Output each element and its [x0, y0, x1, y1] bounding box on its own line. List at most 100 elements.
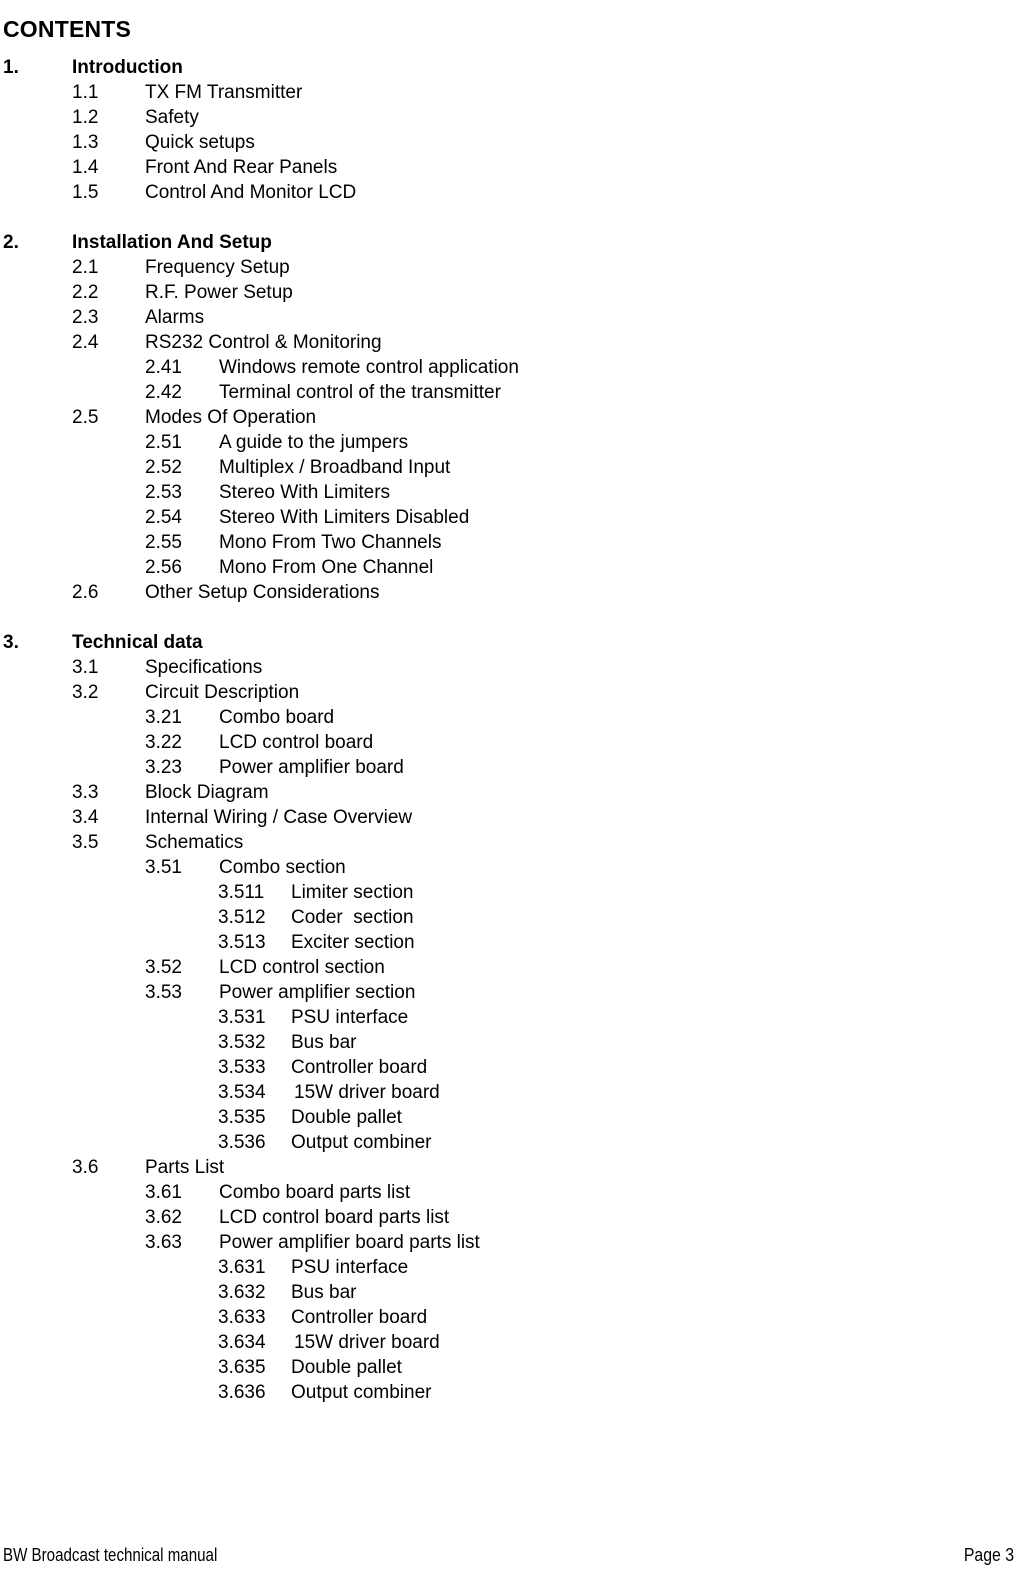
- toc-entry[interactable]: 3.531 PSU interface: [0, 1005, 1017, 1030]
- toc-entry-number: 3.633: [218, 1307, 266, 1328]
- toc-entry-number: 3.51: [145, 857, 182, 878]
- toc-entry[interactable]: 3.61 Combo board parts list: [0, 1180, 1017, 1205]
- toc-entry[interactable]: 2.51 A guide to the jumpers: [0, 430, 1017, 455]
- toc-entry[interactable]: 1. Introduction: [0, 55, 1017, 80]
- toc-entry-number: 1.1: [72, 82, 99, 103]
- toc-entry[interactable]: 3.536 Output combiner: [0, 1130, 1017, 1155]
- toc-entry-label: Double pallet: [291, 1107, 402, 1128]
- toc-entry[interactable]: 2.54 Stereo With Limiters Disabled: [0, 505, 1017, 530]
- toc-entry-label: Other Setup Considerations: [145, 582, 380, 603]
- toc-entry-number: 2.42: [145, 382, 182, 403]
- toc-entry-number: 3.53: [145, 982, 182, 1003]
- toc-entry[interactable]: 1.3 Quick setups: [0, 130, 1017, 155]
- toc-entry[interactable]: 2.5 Modes Of Operation: [0, 405, 1017, 430]
- toc-entry-label: Circuit Description: [145, 682, 300, 703]
- toc-entry-label: Modes Of Operation: [145, 407, 317, 428]
- toc-entry[interactable]: 3.512 Coder section: [0, 905, 1017, 930]
- toc-entry[interactable]: 3.52 LCD control section: [0, 955, 1017, 980]
- toc-entry[interactable]: 3.533 Controller board: [0, 1055, 1017, 1080]
- toc-entry[interactable]: 3.632 Bus bar: [0, 1280, 1017, 1305]
- toc-entry-label: RS232 Control & Monitoring: [145, 332, 382, 353]
- toc-entry-label: Parts List: [145, 1157, 225, 1178]
- toc-entry[interactable]: 3.635 Double pallet: [0, 1355, 1017, 1380]
- toc-entry-number: 3.635: [218, 1357, 266, 1378]
- toc-entry-number: 3.: [3, 632, 19, 653]
- toc-entry-number: 3.2: [72, 682, 99, 703]
- toc-entry-number: 2.4: [72, 332, 99, 353]
- toc-entry-label: Stereo With Limiters: [219, 482, 391, 503]
- toc-entry[interactable]: 3.2 Circuit Description: [0, 680, 1017, 705]
- toc-entry[interactable]: 3.22 LCD control board: [0, 730, 1017, 755]
- toc-entry-number: 3.6: [72, 1157, 99, 1178]
- toc-entry-label: Mono From Two Channels: [219, 532, 442, 553]
- toc-entry-label: Combo board parts list: [219, 1182, 411, 1203]
- toc-entry[interactable]: 3.53 Power amplifier section: [0, 980, 1017, 1005]
- toc-entry[interactable]: 3.4 Internal Wiring / Case Overview: [0, 805, 1017, 830]
- toc-entry-label: A guide to the jumpers: [219, 432, 409, 453]
- toc-entry[interactable]: 2.2 R.F. Power Setup: [0, 280, 1017, 305]
- toc-entry-label: Combo board: [219, 707, 335, 728]
- toc-entry-label: Quick setups: [145, 132, 255, 153]
- toc-entry-label: Double pallet: [291, 1357, 402, 1378]
- toc-entry[interactable]: 3.3 Block Diagram: [0, 780, 1017, 805]
- toc-entry-number: 3.61: [145, 1182, 182, 1203]
- toc-entry[interactable]: 2.53 Stereo With Limiters: [0, 480, 1017, 505]
- toc-entry[interactable]: 2.42 Terminal control of the transmitter: [0, 380, 1017, 405]
- toc-entry[interactable]: 1.1 TX FM Transmitter: [0, 80, 1017, 105]
- toc-entry-number: 3.531: [218, 1007, 266, 1028]
- toc-entry-label: Control And Monitor LCD: [145, 182, 357, 203]
- toc-entry-label: Block Diagram: [145, 782, 269, 803]
- toc-entry[interactable]: 3.634 15W driver board: [0, 1330, 1017, 1355]
- toc-entry[interactable]: 3.534 15W driver board: [0, 1080, 1017, 1105]
- toc-entry[interactable]: 3.23 Power amplifier board: [0, 755, 1017, 780]
- toc-entry[interactable]: 3.5 Schematics: [0, 830, 1017, 855]
- toc-entry-label: TX FM Transmitter: [145, 82, 303, 103]
- toc-entry[interactable]: 2.41 Windows remote control application: [0, 355, 1017, 380]
- toc-entry-number: 2.55: [145, 532, 182, 553]
- toc-spacer: [0, 605, 1017, 630]
- toc-entry[interactable]: 3.631 PSU interface: [0, 1255, 1017, 1280]
- toc-entry[interactable]: 3.535 Double pallet: [0, 1105, 1017, 1130]
- toc-entry[interactable]: 2.1 Frequency Setup: [0, 255, 1017, 280]
- toc-entry[interactable]: 3.21 Combo board: [0, 705, 1017, 730]
- toc-entry-number: 2.: [3, 232, 19, 253]
- toc-entry[interactable]: 1.2 Safety: [0, 105, 1017, 130]
- toc-entry[interactable]: 3.511 Limiter section: [0, 880, 1017, 905]
- toc-entry-label: Bus bar: [291, 1282, 357, 1303]
- toc-entry[interactable]: 1.4 Front And Rear Panels: [0, 155, 1017, 180]
- toc-entry[interactable]: 3.1 Specifications: [0, 655, 1017, 680]
- toc-entry-number: 2.2: [72, 282, 99, 303]
- toc-entry-number: 2.52: [145, 457, 182, 478]
- toc-entry-label: Windows remote control application: [219, 357, 519, 378]
- toc-entry[interactable]: 3.633 Controller board: [0, 1305, 1017, 1330]
- toc-entry[interactable]: 2.6 Other Setup Considerations: [0, 580, 1017, 605]
- toc-entry-label: Combo section: [219, 857, 346, 878]
- toc-entry[interactable]: 3.62 LCD control board parts list: [0, 1205, 1017, 1230]
- toc-entry-number: 3.513: [218, 932, 266, 953]
- table-of-contents: 1. Introduction 1.1 TX FM Transmitter 1.2 Saf…: [0, 55, 1017, 1405]
- toc-entry-label: Multiplex / Broadband Input: [219, 457, 451, 478]
- toc-entry[interactable]: 1.5 Control And Monitor LCD: [0, 180, 1017, 205]
- toc-entry-label: Alarms: [145, 307, 205, 328]
- toc-entry[interactable]: 2.55 Mono From Two Channels: [0, 530, 1017, 555]
- toc-entry[interactable]: 2.56 Mono From One Channel: [0, 555, 1017, 580]
- toc-entry[interactable]: 3.636 Output combiner: [0, 1380, 1017, 1405]
- toc-entry-number: 2.1: [72, 257, 99, 278]
- toc-entry[interactable]: 3.51 Combo section: [0, 855, 1017, 880]
- toc-entry[interactable]: 2.4 RS232 Control & Monitoring: [0, 330, 1017, 355]
- toc-entry[interactable]: 2.52 Multiplex / Broadband Input: [0, 455, 1017, 480]
- toc-entry-label: Output combiner: [291, 1382, 432, 1403]
- toc-entry-label: Safety: [145, 107, 199, 128]
- toc-entry-number: 1.3: [72, 132, 99, 153]
- toc-entry-label: Internal Wiring / Case Overview: [145, 807, 413, 828]
- toc-entry[interactable]: 3.513 Exciter section: [0, 930, 1017, 955]
- toc-entry-number: 3.532: [218, 1032, 266, 1053]
- toc-entry[interactable]: 2.3 Alarms: [0, 305, 1017, 330]
- toc-entry-label: Exciter section: [291, 932, 415, 953]
- toc-entry[interactable]: 2. Installation And Setup: [0, 230, 1017, 255]
- toc-entry[interactable]: 3.6 Parts List: [0, 1155, 1017, 1180]
- toc-entry[interactable]: 3.63 Power amplifier board parts list: [0, 1230, 1017, 1255]
- toc-entry[interactable]: 3. Technical data: [0, 630, 1017, 655]
- toc-entry-label: Frequency Setup: [145, 257, 290, 278]
- toc-entry[interactable]: 3.532 Bus bar: [0, 1030, 1017, 1055]
